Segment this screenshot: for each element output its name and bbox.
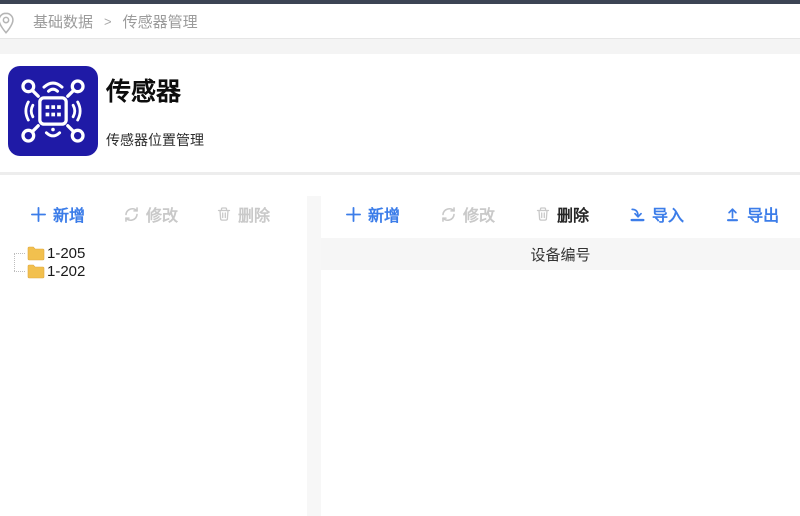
tree-delete-label: 删除 — [238, 208, 271, 225]
grid-import-button[interactable]: 导入 — [629, 202, 684, 226]
tree-node-label: 1-205 — [47, 244, 86, 262]
location-tree-panel: 新增 修改 删除 1-205 1-202 — [0, 196, 307, 516]
breadcrumb-item-sensor-management[interactable]: 传感器管理 — [123, 11, 198, 32]
export-icon — [724, 206, 741, 223]
page-subtitle: 传感器位置管理 — [106, 132, 204, 148]
page-header: 传感器 传感器位置管理 — [0, 54, 800, 172]
grid-column-header-device-number: 设备编号 — [321, 238, 800, 270]
panel-gutter — [307, 196, 321, 516]
tree-toolbar: 新增 修改 删除 — [0, 196, 307, 232]
breadcrumb: 基础数据 > 传感器管理 — [0, 4, 800, 39]
plus-icon — [30, 206, 47, 223]
grid-add-label: 新增 — [368, 208, 401, 225]
tree-node-1-205[interactable]: 1-205 — [14, 244, 307, 262]
grid-delete-button[interactable]: 删除 — [535, 202, 589, 226]
grid-body-empty — [321, 270, 800, 516]
grid-delete-label: 删除 — [557, 208, 590, 225]
folder-icon — [27, 246, 45, 261]
sensor-icon — [8, 66, 98, 156]
refresh-icon — [440, 206, 457, 223]
trash-icon — [535, 206, 551, 222]
grid-export-label: 导出 — [747, 208, 780, 225]
breadcrumb-separator: > — [104, 13, 112, 29]
import-icon — [629, 206, 646, 223]
location-pin-icon — [0, 12, 15, 38]
trash-icon — [216, 206, 232, 222]
device-grid-panel: 新增 修改 删除 导入 导出 设备编号 — [321, 196, 800, 516]
grid-toolbar: 新增 修改 删除 导入 导出 — [321, 196, 800, 232]
folder-icon — [27, 264, 45, 279]
tree-modify-button[interactable]: 修改 — [123, 202, 178, 226]
tree-node-label: 1-202 — [47, 262, 86, 280]
tree-modify-label: 修改 — [146, 208, 179, 225]
grid-modify-label: 修改 — [463, 208, 496, 225]
tree-add-label: 新增 — [53, 208, 86, 225]
grid-export-button[interactable]: 导出 — [724, 202, 779, 226]
plus-icon — [345, 206, 362, 223]
grid-column-label: 设备编号 — [530, 246, 591, 264]
grid-import-label: 导入 — [652, 208, 685, 225]
grid-modify-button[interactable]: 修改 — [440, 202, 495, 226]
page-title: 传感器 — [106, 78, 182, 106]
spacer — [0, 175, 800, 196]
refresh-icon — [123, 206, 140, 223]
location-tree: 1-205 1-202 — [14, 244, 307, 280]
breadcrumb-item-basic-data[interactable]: 基础数据 — [33, 11, 93, 32]
content-panels: 新增 修改 删除 1-205 1-202 新增 修改 删除 导入 导出 设备编号 — [0, 196, 800, 516]
header-gap-band — [0, 39, 800, 54]
tree-node-1-202[interactable]: 1-202 — [14, 262, 307, 280]
tree-delete-button[interactable]: 删除 — [216, 202, 270, 226]
grid-add-button[interactable]: 新增 — [345, 202, 400, 226]
tree-add-button[interactable]: 新增 — [30, 202, 85, 226]
